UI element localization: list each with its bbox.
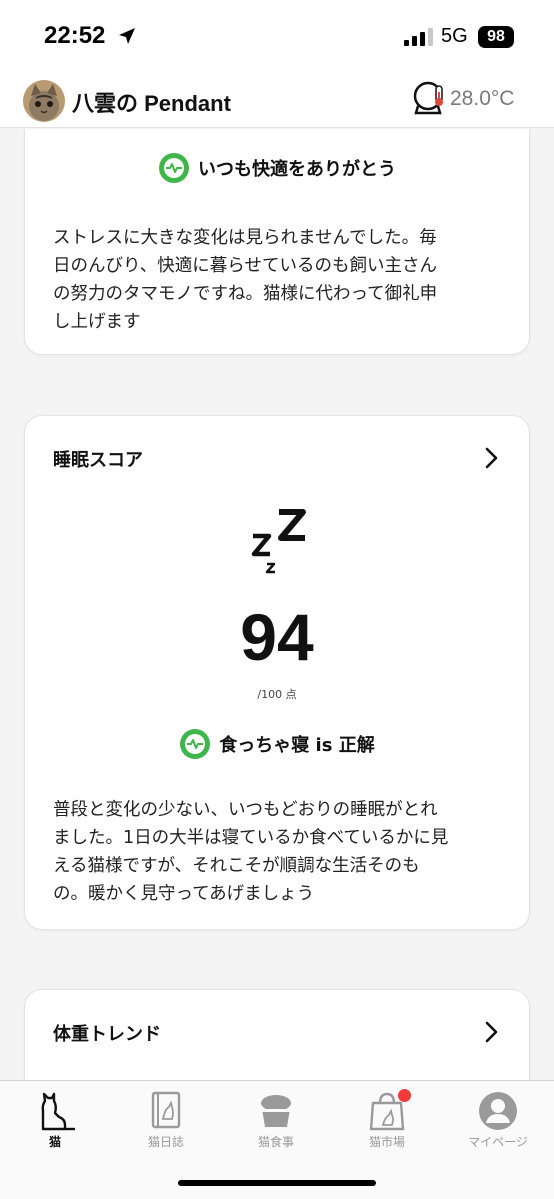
pendant-title: 八雲の Pendant <box>72 91 231 116</box>
chevron-right-icon[interactable] <box>483 1020 501 1044</box>
comfort-card: いつも快適をありがとう ストレスに大きな変化は見られませんでした。毎 日のんびり… <box>24 129 530 355</box>
location-arrow-icon <box>119 28 135 44</box>
tab-market[interactable]: 猫市場 <box>332 1081 442 1161</box>
comfort-badge: いつも快適をありがとう <box>25 152 529 184</box>
cat-icon <box>41 1092 75 1131</box>
diary-icon <box>151 1091 181 1129</box>
tab-cat[interactable]: 猫 <box>0 1081 110 1161</box>
signal-icon <box>404 28 433 46</box>
tab-label: 猫日誌 <box>147 1135 184 1149</box>
tab-food[interactable]: 猫食事 <box>221 1081 331 1161</box>
sleep-badge-text: 食っちゃ寝 is 正解 <box>219 735 375 756</box>
tab-diary[interactable]: 猫日誌 <box>111 1081 221 1161</box>
tab-label: 猫食事 <box>257 1135 294 1149</box>
home-indicator <box>178 1180 376 1186</box>
status-bar: 22:52 5G 98 <box>0 0 554 72</box>
cat-avatar[interactable] <box>23 80 65 122</box>
sleep-score-title: 睡眠スコア <box>53 450 143 471</box>
notification-dot <box>398 1089 411 1102</box>
sleep-score-unit: /100 点 <box>257 688 297 701</box>
status-time: 22:52 <box>44 22 106 49</box>
weight-trend-title: 体重トレンド <box>53 1024 161 1045</box>
heartbeat-check-icon <box>159 153 189 183</box>
tab-mypage[interactable]: マイページ <box>443 1081 553 1161</box>
temperature-label: 28.0°C <box>450 87 515 110</box>
user-icon <box>479 1092 517 1130</box>
network-label: 5G <box>441 25 468 47</box>
chevron-right-icon[interactable] <box>483 446 501 470</box>
battery-indicator: 98 <box>478 26 514 48</box>
thermometer-icon <box>413 81 443 115</box>
sleep-zzz-icon <box>251 509 306 574</box>
sleep-score-card[interactable]: 睡眠スコア 94 /100 点 食っちゃ寝 is 正解 普段と変化の少ない、いつ… <box>24 415 530 930</box>
sleep-score-value: 94 <box>240 600 314 674</box>
sleep-badge: 食っちゃ寝 is 正解 <box>25 728 529 760</box>
app-header: 八雲の Pendant 28.0°C <box>0 72 554 128</box>
tab-label: 猫 <box>48 1135 61 1149</box>
sleep-description: 普段と変化の少ない、いつもどおりの睡眠がとれ ました。1日の大半は寝ているか食べ… <box>53 800 449 904</box>
comfort-description: ストレスに大きな変化は見られませんでした。毎 日のんびり、快適に暮らせているのも… <box>53 228 438 332</box>
food-bowl-icon <box>261 1095 291 1127</box>
main-content[interactable]: いつも快適をありがとう ストレスに大きな変化は見られませんでした。毎 日のんびり… <box>0 129 554 1080</box>
weight-trend-card[interactable]: 体重トレンド <box>24 989 530 1080</box>
heartbeat-check-icon <box>180 729 211 759</box>
tab-label: マイページ <box>468 1135 528 1149</box>
comfort-badge-text: いつも快適をありがとう <box>198 159 396 180</box>
tab-label: 猫市場 <box>368 1135 405 1149</box>
